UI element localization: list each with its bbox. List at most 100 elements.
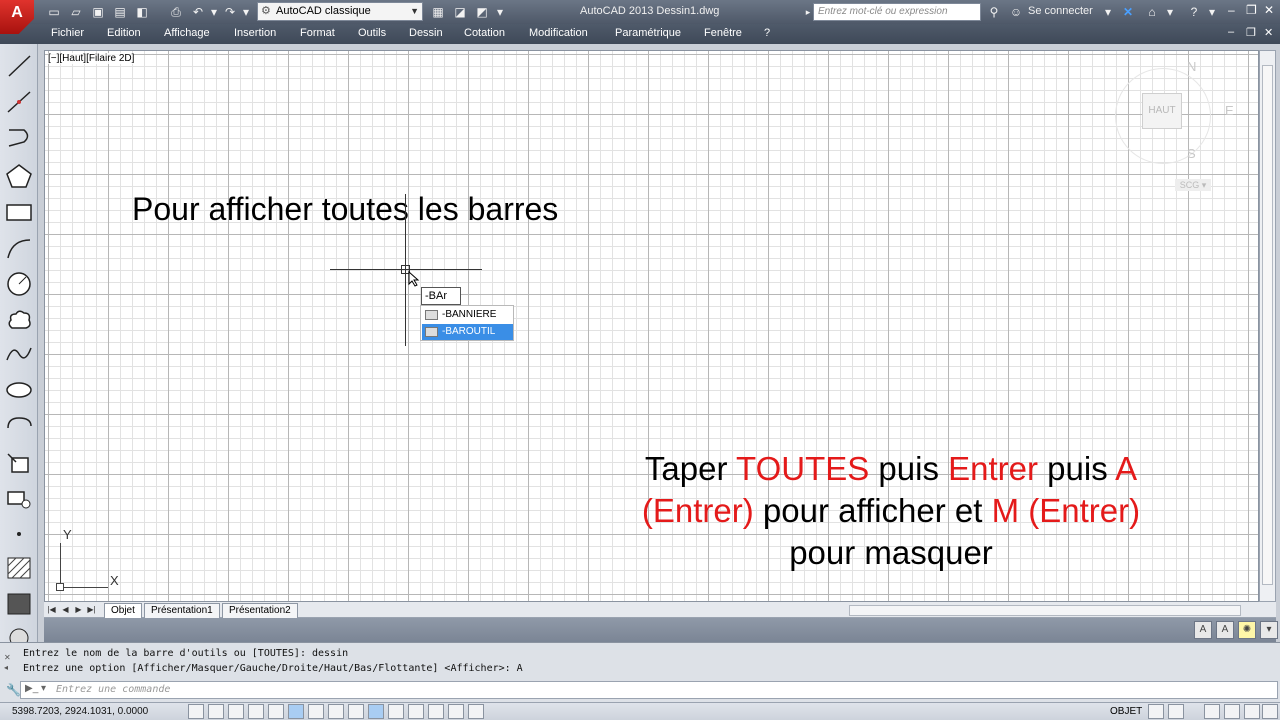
ucs-menu[interactable]: SCG ▾	[1175, 179, 1211, 191]
help-dropdown-icon[interactable]: ▾	[1204, 4, 1220, 20]
vertical-scrollbar[interactable]	[1259, 50, 1276, 602]
lineweight-button[interactable]	[388, 704, 404, 719]
minimize-icon[interactable]: –	[1228, 3, 1235, 17]
save-as-icon[interactable]: ▤	[112, 4, 128, 20]
otrack-button[interactable]	[328, 704, 344, 719]
command-input[interactable]: ▶_ ▾ Entrez une commande	[20, 681, 1278, 699]
plot-icon[interactable]: ◩	[474, 4, 490, 20]
line-tool[interactable]	[4, 52, 34, 80]
rectangle-tool[interactable]	[4, 198, 34, 226]
point-tool[interactable]	[4, 520, 34, 548]
viewcube-top-face[interactable]: HAUT	[1142, 93, 1182, 129]
menu-parametrique[interactable]: Paramétrique	[615, 27, 681, 39]
insert-block-tool[interactable]	[4, 448, 34, 476]
menu-affichage[interactable]: Affichage	[164, 27, 210, 39]
ellipse-arc-tool[interactable]	[4, 412, 34, 440]
dyn-button[interactable]	[368, 704, 384, 719]
arc-tool[interactable]	[4, 234, 34, 262]
menu-dessin[interactable]: Dessin	[409, 27, 443, 39]
binoculars-icon[interactable]: ⚲	[986, 4, 1002, 20]
drawing-area[interactable]: [−][Haut][Filaire 2D] Pour afficher tout…	[44, 50, 1259, 602]
spline-tool[interactable]	[4, 340, 34, 368]
annotation-scale-icon[interactable]: A	[1216, 621, 1234, 639]
viewcube-north[interactable]: N	[1187, 59, 1196, 74]
polyline-tool[interactable]	[4, 124, 34, 152]
polar-button[interactable]	[268, 704, 284, 719]
gradient-tool[interactable]	[4, 590, 34, 618]
circle-tool[interactable]	[4, 270, 34, 298]
menu-modification[interactable]: Modification	[529, 27, 588, 39]
command-window-grip-icon[interactable]: ✕ ◂	[4, 653, 16, 681]
tab-presentation2[interactable]: Présentation2	[222, 603, 298, 618]
next-tab-icon[interactable]: ▶	[73, 603, 84, 616]
grid-button[interactable]	[228, 704, 244, 719]
doc-minimize-icon[interactable]: –	[1228, 26, 1234, 38]
ortho-button[interactable]	[248, 704, 264, 719]
undo-dropdown-icon[interactable]: ▾	[206, 4, 222, 20]
clean-screen-button[interactable]	[1262, 704, 1278, 719]
annotation-monitor-button[interactable]	[468, 704, 484, 719]
open-file-icon[interactable]: ▱	[68, 4, 84, 20]
viewport-controls-label[interactable]: [−][Haut][Filaire 2D]	[48, 53, 135, 64]
tab-objet[interactable]: Objet	[104, 603, 142, 618]
user-icon[interactable]: ☺	[1008, 4, 1024, 20]
selection-cycling-button[interactable]	[448, 704, 464, 719]
close-icon[interactable]: ✕	[1264, 3, 1274, 17]
annotation-visibility-icon[interactable]: A	[1194, 621, 1212, 639]
exchange-icon[interactable]: ✕	[1120, 4, 1136, 20]
autocomplete-item-banniere[interactable]: -BANNIERE	[422, 307, 513, 323]
menu-outils[interactable]: Outils	[358, 27, 386, 39]
make-block-tool[interactable]	[4, 484, 34, 512]
doc-close-icon[interactable]: ✕	[1264, 26, 1273, 39]
horizontal-scrollbar[interactable]	[849, 605, 1241, 616]
viewcube-east[interactable]: E	[1225, 103, 1234, 118]
search-input[interactable]: Entrez mot-clé ou expression	[813, 3, 981, 21]
properties-icon[interactable]: ◪	[452, 4, 468, 20]
customize-icon[interactable]: 🔧	[6, 683, 21, 697]
construction-line-tool[interactable]	[4, 88, 34, 116]
viewcube-south[interactable]: S	[1187, 146, 1196, 161]
menu-fichier[interactable]: Fichier	[51, 27, 84, 39]
signin-dropdown-icon[interactable]: ▾	[1100, 4, 1116, 20]
save-icon[interactable]: ▣	[90, 4, 106, 20]
lock-ui-button[interactable]	[1224, 704, 1240, 719]
menu-format[interactable]: Format	[300, 27, 335, 39]
workspace-switch-button[interactable]	[1204, 704, 1220, 719]
redo-dropdown-icon[interactable]: ▾	[238, 4, 254, 20]
command-prompt-icon[interactable]: ▶_ ▾	[25, 683, 46, 694]
quick-properties-button[interactable]	[428, 704, 444, 719]
undo-icon[interactable]: ↶	[190, 4, 206, 20]
dynamic-input-field[interactable]: -BAr	[421, 287, 461, 305]
restore-icon[interactable]: ❐	[1246, 3, 1257, 17]
menu-help[interactable]: ?	[764, 27, 770, 39]
menu-fenetre[interactable]: Fenêtre	[704, 27, 742, 39]
help-icon[interactable]: ?	[1186, 4, 1202, 20]
lightbulb-icon[interactable]: ✺	[1238, 621, 1256, 639]
quick-view-drawings-button[interactable]	[1168, 704, 1184, 719]
ellipse-tool[interactable]	[4, 376, 34, 404]
prev-tab-icon[interactable]: ◀	[60, 603, 71, 616]
infer-constraints-button[interactable]	[188, 704, 204, 719]
transparency-button[interactable]	[408, 704, 424, 719]
redo-icon[interactable]: ↷	[222, 4, 238, 20]
autocomplete-item-baroutil[interactable]: -BAROUTIL	[422, 324, 513, 340]
isolate-objects-button[interactable]	[1244, 704, 1260, 719]
quick-view-layouts-button[interactable]	[1148, 704, 1164, 719]
print-icon[interactable]: ⎙	[168, 4, 184, 20]
last-tab-icon[interactable]: ▶|	[86, 603, 97, 616]
3d-osnap-button[interactable]	[308, 704, 324, 719]
polygon-tool[interactable]	[4, 162, 34, 190]
menu-edition[interactable]: Edition	[107, 27, 141, 39]
snap-button[interactable]	[208, 704, 224, 719]
new-file-icon[interactable]: ▭	[46, 4, 62, 20]
first-tab-icon[interactable]: |◀	[46, 603, 57, 616]
revision-cloud-tool[interactable]	[4, 306, 34, 334]
menu-cotation[interactable]: Cotation	[464, 27, 505, 39]
signin-link[interactable]: Se connecter	[1028, 5, 1093, 17]
cursor-coordinates[interactable]: 5398.7203, 2924.1031, 0.0000	[12, 706, 148, 717]
qa-dropdown-icon[interactable]: ▾	[492, 4, 508, 20]
tray-settings-icon[interactable]: ▾	[1260, 621, 1278, 639]
tab-presentation1[interactable]: Présentation1	[144, 603, 220, 618]
stay-connected-dropdown-icon[interactable]: ▾	[1162, 4, 1178, 20]
layer-icon[interactable]: ▦	[430, 4, 446, 20]
